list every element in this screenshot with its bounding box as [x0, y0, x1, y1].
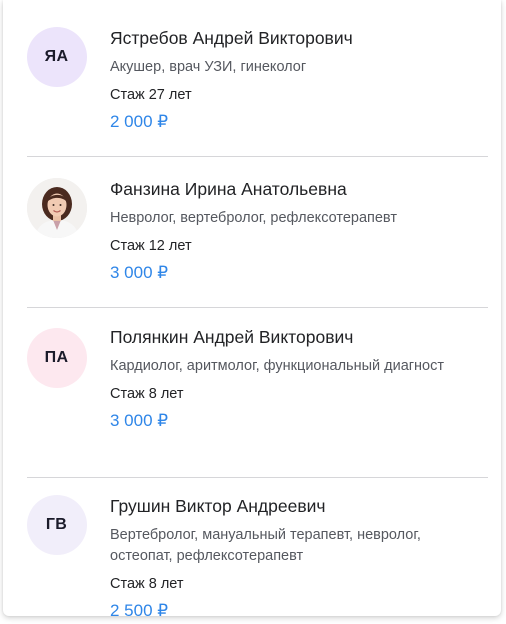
divider	[27, 477, 488, 478]
avatar: ЯА	[26, 27, 87, 87]
doctor-specialty: Вертебролог, мануальный терапевт, неврол…	[110, 527, 421, 564]
doctor-specialty: Кардиолог, аритмолог, функциональный диа…	[110, 358, 445, 374]
avatar: ПА	[26, 328, 87, 388]
doctor-experience: Стаж 12 лет	[110, 238, 192, 254]
doctor-experience: Стаж 8 лет	[110, 576, 184, 592]
doctor-price: 3 000 ₽	[110, 411, 169, 430]
avatar: ГВ	[26, 495, 87, 555]
doctor-card[interactable]: ПА Полянкин Андрей Викторович Кардиолог,…	[3, 326, 501, 432]
doctor-card[interactable]: ГВ Грушин Виктор Андреевич Вертебролог, …	[3, 495, 501, 616]
doctor-card[interactable]: ЯА Ястребов Андрей Викторович Акушер, вр…	[3, 27, 501, 133]
doctor-name[interactable]: Фанзина Ирина Анатольевна	[110, 178, 481, 200]
doctor-price: 3 000 ₽	[110, 263, 169, 282]
doctor-card[interactable]: Фанзина Ирина Анатольевна Невролог, верт…	[3, 178, 501, 284]
doctor-photo-icon	[26, 178, 87, 238]
doctor-photo	[26, 178, 87, 238]
doctor-price: 2 000 ₽	[110, 112, 169, 131]
doctor-experience: Стаж 27 лет	[110, 87, 192, 103]
doctor-list-panel: ЯА Ястребов Андрей Викторович Акушер, вр…	[3, 0, 501, 616]
doctor-experience: Стаж 8 лет	[110, 386, 184, 402]
doctor-name[interactable]: Полянкин Андрей Викторович	[110, 326, 481, 348]
doctor-name[interactable]: Ястребов Андрей Викторович	[110, 27, 481, 49]
divider	[27, 307, 488, 308]
divider	[27, 156, 488, 157]
doctor-price: 2 500 ₽	[110, 601, 169, 616]
doctor-specialty: Акушер, врач УЗИ, гинеколог	[110, 59, 307, 75]
doctor-specialty: Невролог, вертебролог, рефлексотерапевт	[110, 210, 397, 226]
doctor-name[interactable]: Грушин Виктор Андреевич	[110, 495, 481, 517]
